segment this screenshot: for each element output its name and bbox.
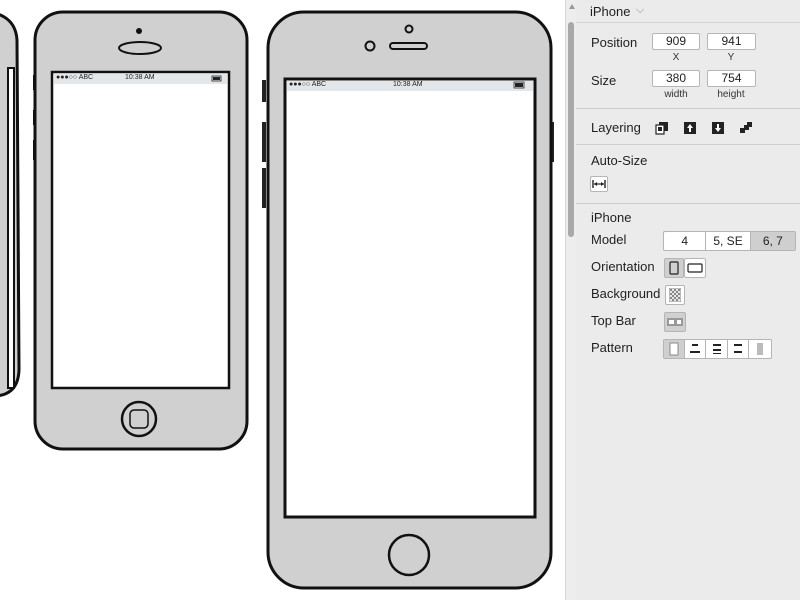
height-caption: height (717, 89, 745, 100)
model-selector: 4 5, SE 6, 7 (663, 231, 796, 251)
section-title: iPhone (591, 210, 632, 225)
portrait-icon (669, 261, 679, 275)
send-backward-icon[interactable] (711, 121, 725, 135)
portrait-orientation-button[interactable] (664, 258, 684, 278)
divider (576, 203, 800, 204)
pattern-blank-button[interactable] (664, 340, 685, 358)
model-label: Model (591, 232, 627, 247)
mute-switch (262, 80, 266, 102)
pattern-label: Pattern (591, 340, 633, 355)
model-option-5-se[interactable]: 5, SE (706, 232, 751, 250)
pattern-1-button[interactable] (685, 340, 707, 358)
properties-panel: iPhone ⌵ Position 909 941 X Y Size 380 7… (576, 0, 800, 600)
bring-to-front-icon[interactable] (655, 121, 669, 135)
position-label: Position (591, 35, 638, 50)
panel-title[interactable]: iPhone (590, 4, 630, 19)
send-to-back-icon[interactable] (739, 121, 753, 135)
size-label: Size (591, 73, 617, 88)
topbar-label: Top Bar (591, 313, 636, 328)
status-time: 10:38 AM (393, 81, 423, 88)
divider (576, 22, 800, 23)
model-option-6-7[interactable]: 6, 7 (750, 232, 795, 250)
pattern-4-icon (757, 343, 764, 355)
x-caption: X (672, 52, 680, 63)
pattern-3-icon (734, 344, 743, 353)
pattern-4-button[interactable] (749, 340, 771, 358)
size-height-field[interactable]: 754 (707, 70, 756, 87)
phone-small-screen (50, 70, 231, 390)
scrollbar-thumb[interactable] (568, 22, 574, 237)
size-width-field[interactable]: 380 (652, 70, 700, 87)
pattern-blank-icon (669, 342, 679, 356)
status-time: 10:38 AM (125, 74, 155, 81)
autosize-label: Auto-Size (591, 153, 648, 168)
pattern-3-button[interactable] (728, 340, 750, 358)
layering-label: Layering (591, 120, 641, 135)
partial-phone-screen (7, 67, 15, 389)
fit-width-icon[interactable] (590, 176, 608, 192)
pattern-2-button[interactable] (706, 340, 728, 358)
position-y-field[interactable]: 941 (707, 33, 756, 50)
orientation-label: Orientation (591, 259, 655, 274)
checker-pattern-icon (669, 288, 681, 302)
background-label: Background (591, 286, 661, 301)
divider (576, 144, 800, 145)
chevron-down-icon[interactable]: ⌵ (636, 4, 644, 17)
scroll-up-arrow-icon[interactable] (569, 4, 575, 9)
pattern-selector (663, 339, 772, 359)
status-carrier: ●●●○○ ABC (289, 81, 327, 88)
y-caption: Y (727, 52, 735, 63)
volume-down-button (262, 168, 266, 208)
width-caption: width (664, 89, 688, 100)
phone-large-screen (283, 77, 537, 519)
model-option-4[interactable]: 4 (664, 232, 707, 250)
app-root: ●●●○○ ABC 10:38 AM ●●●○○ ABC 10:38 AM iP… (0, 0, 800, 600)
position-x-field[interactable]: 909 (652, 33, 700, 50)
background-button[interactable] (665, 285, 685, 305)
phone-large[interactable] (262, 10, 554, 590)
camera-icon (136, 28, 142, 34)
canvas-scrollbar[interactable] (565, 0, 576, 600)
status-bar-icon (667, 318, 683, 326)
landscape-orientation-button[interactable] (684, 258, 706, 278)
canvas[interactable]: ●●●○○ ABC 10:38 AM ●●●○○ ABC 10:38 AM (0, 0, 565, 600)
topbar-button[interactable] (664, 312, 686, 332)
phone-mockups (0, 10, 554, 590)
pattern-1-icon (689, 344, 700, 353)
bring-forward-icon[interactable] (683, 121, 697, 135)
pattern-2-icon (712, 344, 721, 354)
landscape-icon (687, 263, 703, 273)
volume-up-button (262, 122, 266, 162)
status-carrier: ●●●○○ ABC (56, 74, 94, 81)
divider (576, 108, 800, 109)
